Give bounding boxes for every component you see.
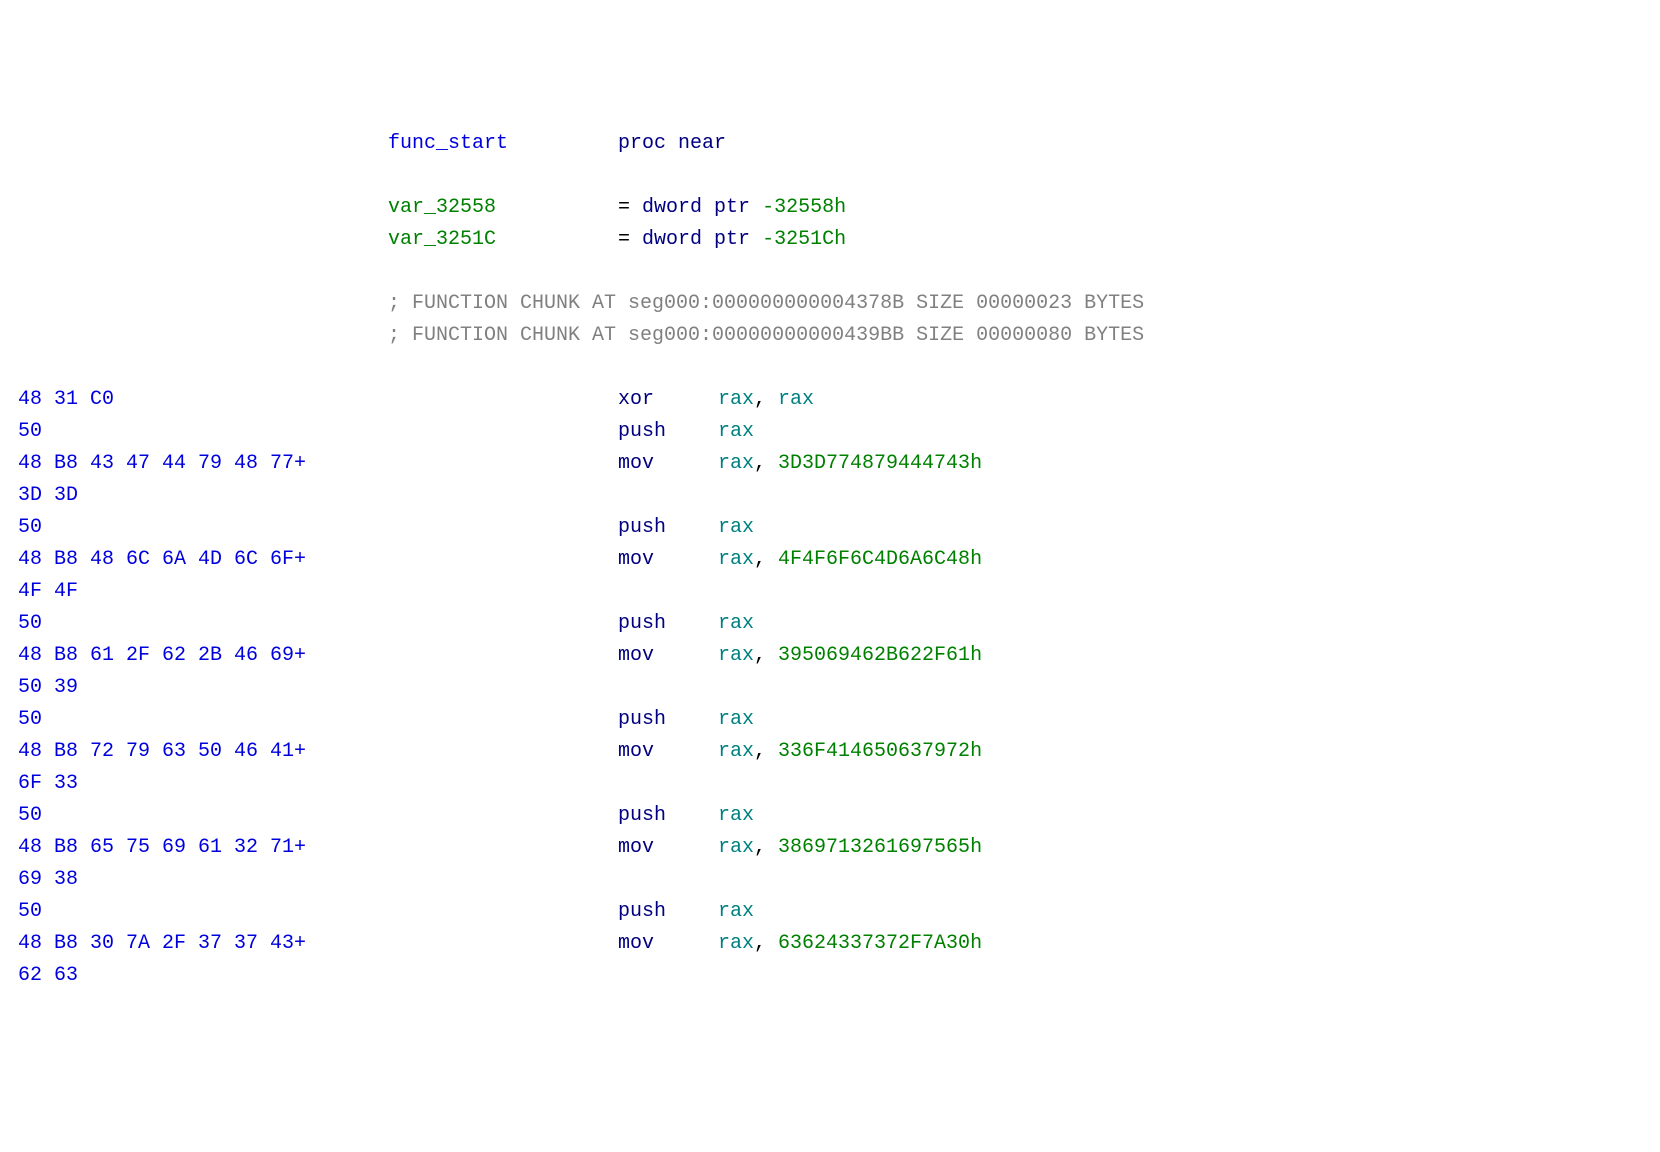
operand-register: rax — [718, 704, 754, 736]
comma: , — [754, 640, 778, 672]
operand-register: rax — [718, 416, 754, 448]
hex-bytes: 6F 33 — [0, 768, 388, 800]
operand-register: rax — [718, 928, 754, 960]
disasm-line[interactable]: 50 pushrax — [0, 800, 1660, 832]
hex-bytes: 4F 4F — [0, 576, 388, 608]
operand-register: rax — [718, 384, 754, 416]
mnemonic: mov — [618, 544, 718, 576]
hex-bytes: 48 B8 43 47 44 79 48 77+ — [0, 448, 388, 480]
operand-register: rax — [718, 608, 754, 640]
ptr-keyword: ptr — [714, 192, 750, 224]
disasm-line[interactable]: 50 pushrax — [0, 608, 1660, 640]
disasm-line[interactable]: 48 B8 30 7A 2F 37 37 43+ movrax, 63624337… — [0, 928, 1660, 960]
hex-bytes: 48 31 C0 — [0, 384, 388, 416]
disasm-line[interactable]: 50 pushrax — [0, 896, 1660, 928]
hex-bytes: 48 B8 48 6C 6A 4D 6C 6F+ — [0, 544, 388, 576]
hex-bytes: 50 — [0, 704, 388, 736]
hex-bytes: 50 — [0, 896, 388, 928]
hex-bytes: 50 — [0, 512, 388, 544]
mnemonic: push — [618, 800, 718, 832]
var-name[interactable]: var_3251C — [388, 224, 618, 256]
hex-bytes: 50 — [0, 416, 388, 448]
operand-register: rax — [718, 896, 754, 928]
function-chunk-comment: ; FUNCTION CHUNK AT seg000:0000000000043… — [388, 320, 1144, 352]
mnemonic: push — [618, 512, 718, 544]
disasm-line[interactable]: 48 B8 61 2F 62 2B 46 69+ movrax, 39506946… — [0, 640, 1660, 672]
proc-near: proc near — [618, 128, 726, 160]
disasm-line[interactable]: 48 B8 43 47 44 79 48 77+ movrax, 3D3D7748… — [0, 448, 1660, 480]
disasm-line[interactable]: 50 pushrax — [0, 704, 1660, 736]
operand-register: rax — [718, 800, 754, 832]
operand-register: rax — [718, 544, 754, 576]
disasm-line[interactable]: 50 39 — [0, 672, 1660, 704]
mnemonic: mov — [618, 640, 718, 672]
operand-immediate: 395069462B622F61h — [778, 640, 982, 672]
hex-bytes: 48 B8 61 2F 62 2B 46 69+ — [0, 640, 388, 672]
disasm-line[interactable]: 50 pushrax — [0, 416, 1660, 448]
operand-register: rax — [778, 384, 814, 416]
hex-bytes: 50 39 — [0, 672, 388, 704]
operand-immediate: 3D3D774879444743h — [778, 448, 982, 480]
var-offset: -3251Ch — [750, 224, 846, 256]
mnemonic: push — [618, 608, 718, 640]
disasm-line[interactable]: 48 31 C0xorrax, rax — [0, 384, 1660, 416]
hex-bytes: 62 63 — [0, 960, 388, 992]
disasm-line[interactable]: 48 B8 48 6C 6A 4D 6C 6F+ movrax, 4F4F6F6C… — [0, 544, 1660, 576]
mnemonic: mov — [618, 928, 718, 960]
eq: = — [618, 224, 642, 256]
disasm-line[interactable]: 4F 4F — [0, 576, 1660, 608]
mnemonic: push — [618, 416, 718, 448]
hex-bytes: 50 — [0, 608, 388, 640]
mnemonic: push — [618, 896, 718, 928]
mnemonic: push — [618, 704, 718, 736]
hex-bytes: 48 B8 30 7A 2F 37 37 43+ — [0, 928, 388, 960]
comma: , — [754, 928, 778, 960]
comma: , — [754, 544, 778, 576]
hex-bytes: 48 B8 65 75 69 61 32 71+ — [0, 832, 388, 864]
operand-register: rax — [718, 736, 754, 768]
disasm-line[interactable]: 69 38 — [0, 864, 1660, 896]
operand-register: rax — [718, 448, 754, 480]
disasm-line[interactable]: 3D 3D — [0, 480, 1660, 512]
comma: , — [754, 448, 778, 480]
dword-keyword: dword — [642, 192, 702, 224]
disasm-line[interactable]: 50 pushrax — [0, 512, 1660, 544]
operand-register: rax — [718, 512, 754, 544]
operand-immediate: 336F414650637972h — [778, 736, 982, 768]
operand-immediate: 63624337372F7A30h — [778, 928, 982, 960]
mnemonic: mov — [618, 832, 718, 864]
hex-bytes: 3D 3D — [0, 480, 388, 512]
disasm-line[interactable]: 48 B8 65 75 69 61 32 71+ movrax, 38697132… — [0, 832, 1660, 864]
dword-keyword: dword — [642, 224, 702, 256]
mnemonic: xor — [618, 384, 718, 416]
hex-bytes: 48 B8 72 79 63 50 46 41+ — [0, 736, 388, 768]
hex-bytes: 69 38 — [0, 864, 388, 896]
comma: , — [754, 832, 778, 864]
operand-register: rax — [718, 832, 754, 864]
comma: , — [754, 736, 778, 768]
disasm-line[interactable]: 6F 33 — [0, 768, 1660, 800]
function-chunk-comment: ; FUNCTION CHUNK AT seg000:0000000000043… — [388, 288, 1144, 320]
var-offset: -32558h — [750, 192, 846, 224]
mnemonic: mov — [618, 736, 718, 768]
function-label[interactable]: func_start — [388, 128, 618, 160]
hex-bytes: 50 — [0, 800, 388, 832]
operand-register: rax — [718, 640, 754, 672]
disasm-line[interactable]: 62 63 — [0, 960, 1660, 992]
comma: , — [754, 384, 778, 416]
operand-immediate: 3869713261697565h — [778, 832, 982, 864]
eq: = — [618, 192, 642, 224]
ptr-keyword: ptr — [714, 224, 750, 256]
mnemonic: mov — [618, 448, 718, 480]
disasm-line[interactable]: 48 B8 72 79 63 50 46 41+ movrax, 336F4146… — [0, 736, 1660, 768]
operand-immediate: 4F4F6F6C4D6A6C48h — [778, 544, 982, 576]
var-name[interactable]: var_32558 — [388, 192, 618, 224]
